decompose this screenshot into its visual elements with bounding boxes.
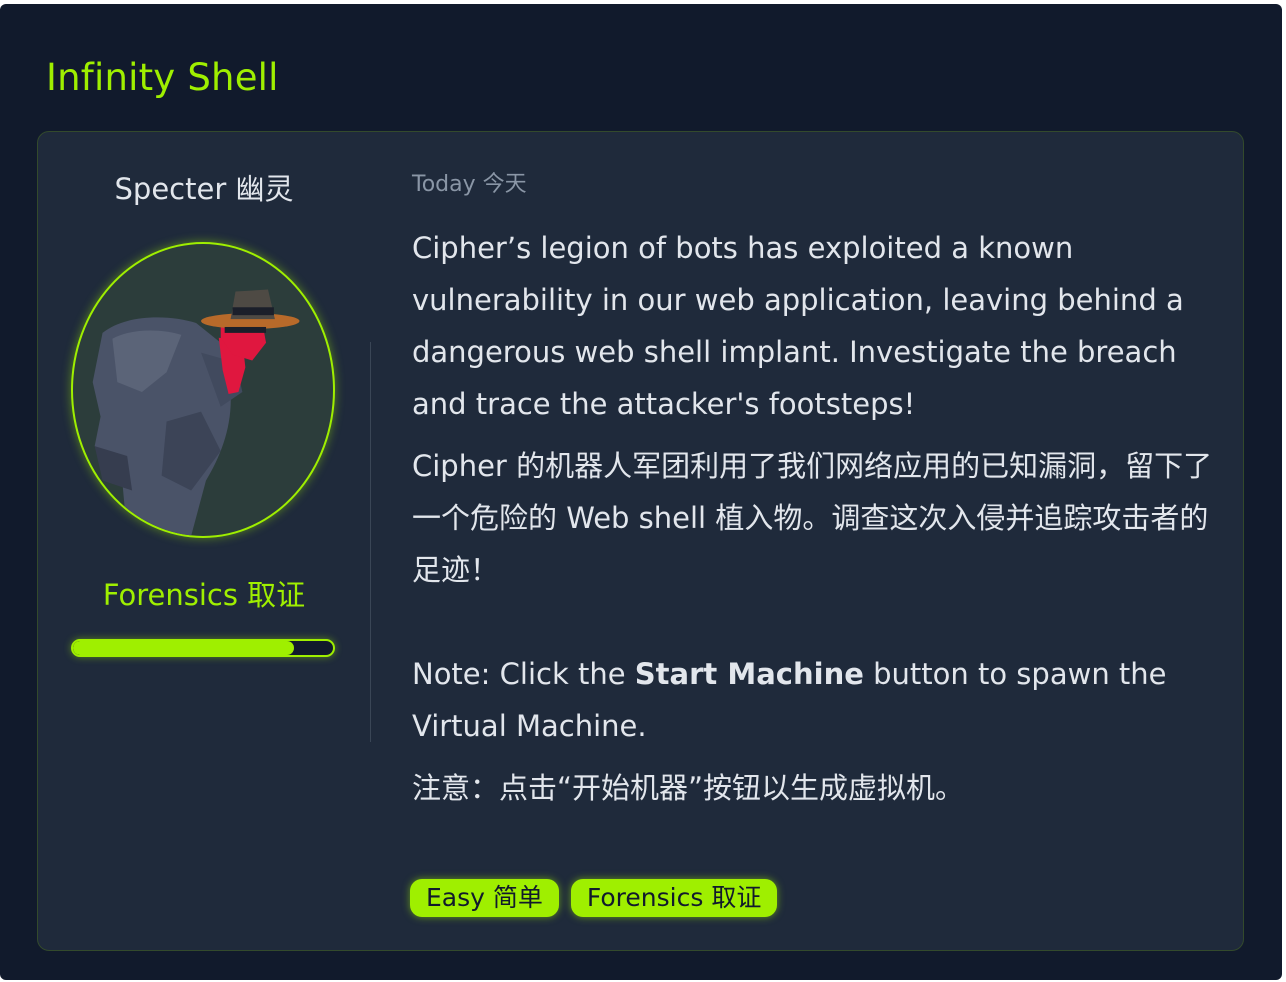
task-date: Today 今天 [412, 172, 527, 197]
author-name: Specter 幽灵 [114, 172, 294, 206]
progress-bar [71, 639, 335, 657]
difficulty-tag[interactable]: Easy 简单 [410, 879, 559, 917]
room-title: Infinity Shell [46, 56, 279, 99]
page-background: Infinity Shell Specter 幽灵 Forensics 取证 T… [0, 4, 1282, 980]
description-en: Cipher’s legion of bots has exploited a … [412, 231, 1184, 422]
note-prefix: Note: Click the [412, 657, 635, 692]
note-en: Note: Click the Start Machine button to … [412, 648, 1222, 752]
category-label: Forensics 取证 [102, 578, 306, 612]
category-tag[interactable]: Forensics 取证 [570, 879, 778, 917]
task-content: Today 今天 Cipher’s legion of bots has exp… [412, 172, 1222, 824]
author-panel: Specter 幽灵 Forensics 取证 [38, 132, 370, 950]
task-card: Specter 幽灵 Forensics 取证 Today 今天 Cipher’… [37, 131, 1244, 951]
tag-list: Easy 简单 Forensics 取证 [410, 879, 789, 917]
author-avatar [71, 242, 335, 538]
spy-figure-icon [92, 289, 300, 536]
note-bold: Start Machine [634, 657, 864, 692]
note-zh: 注意：点击“开始机器”按钮以生成虚拟机。 [412, 771, 965, 806]
progress-fill [73, 641, 294, 655]
divider [370, 342, 371, 742]
description-zh: Cipher 的机器人军团利用了我们网络应用的已知漏洞，留下了一个危险的 Web… [412, 449, 1213, 588]
